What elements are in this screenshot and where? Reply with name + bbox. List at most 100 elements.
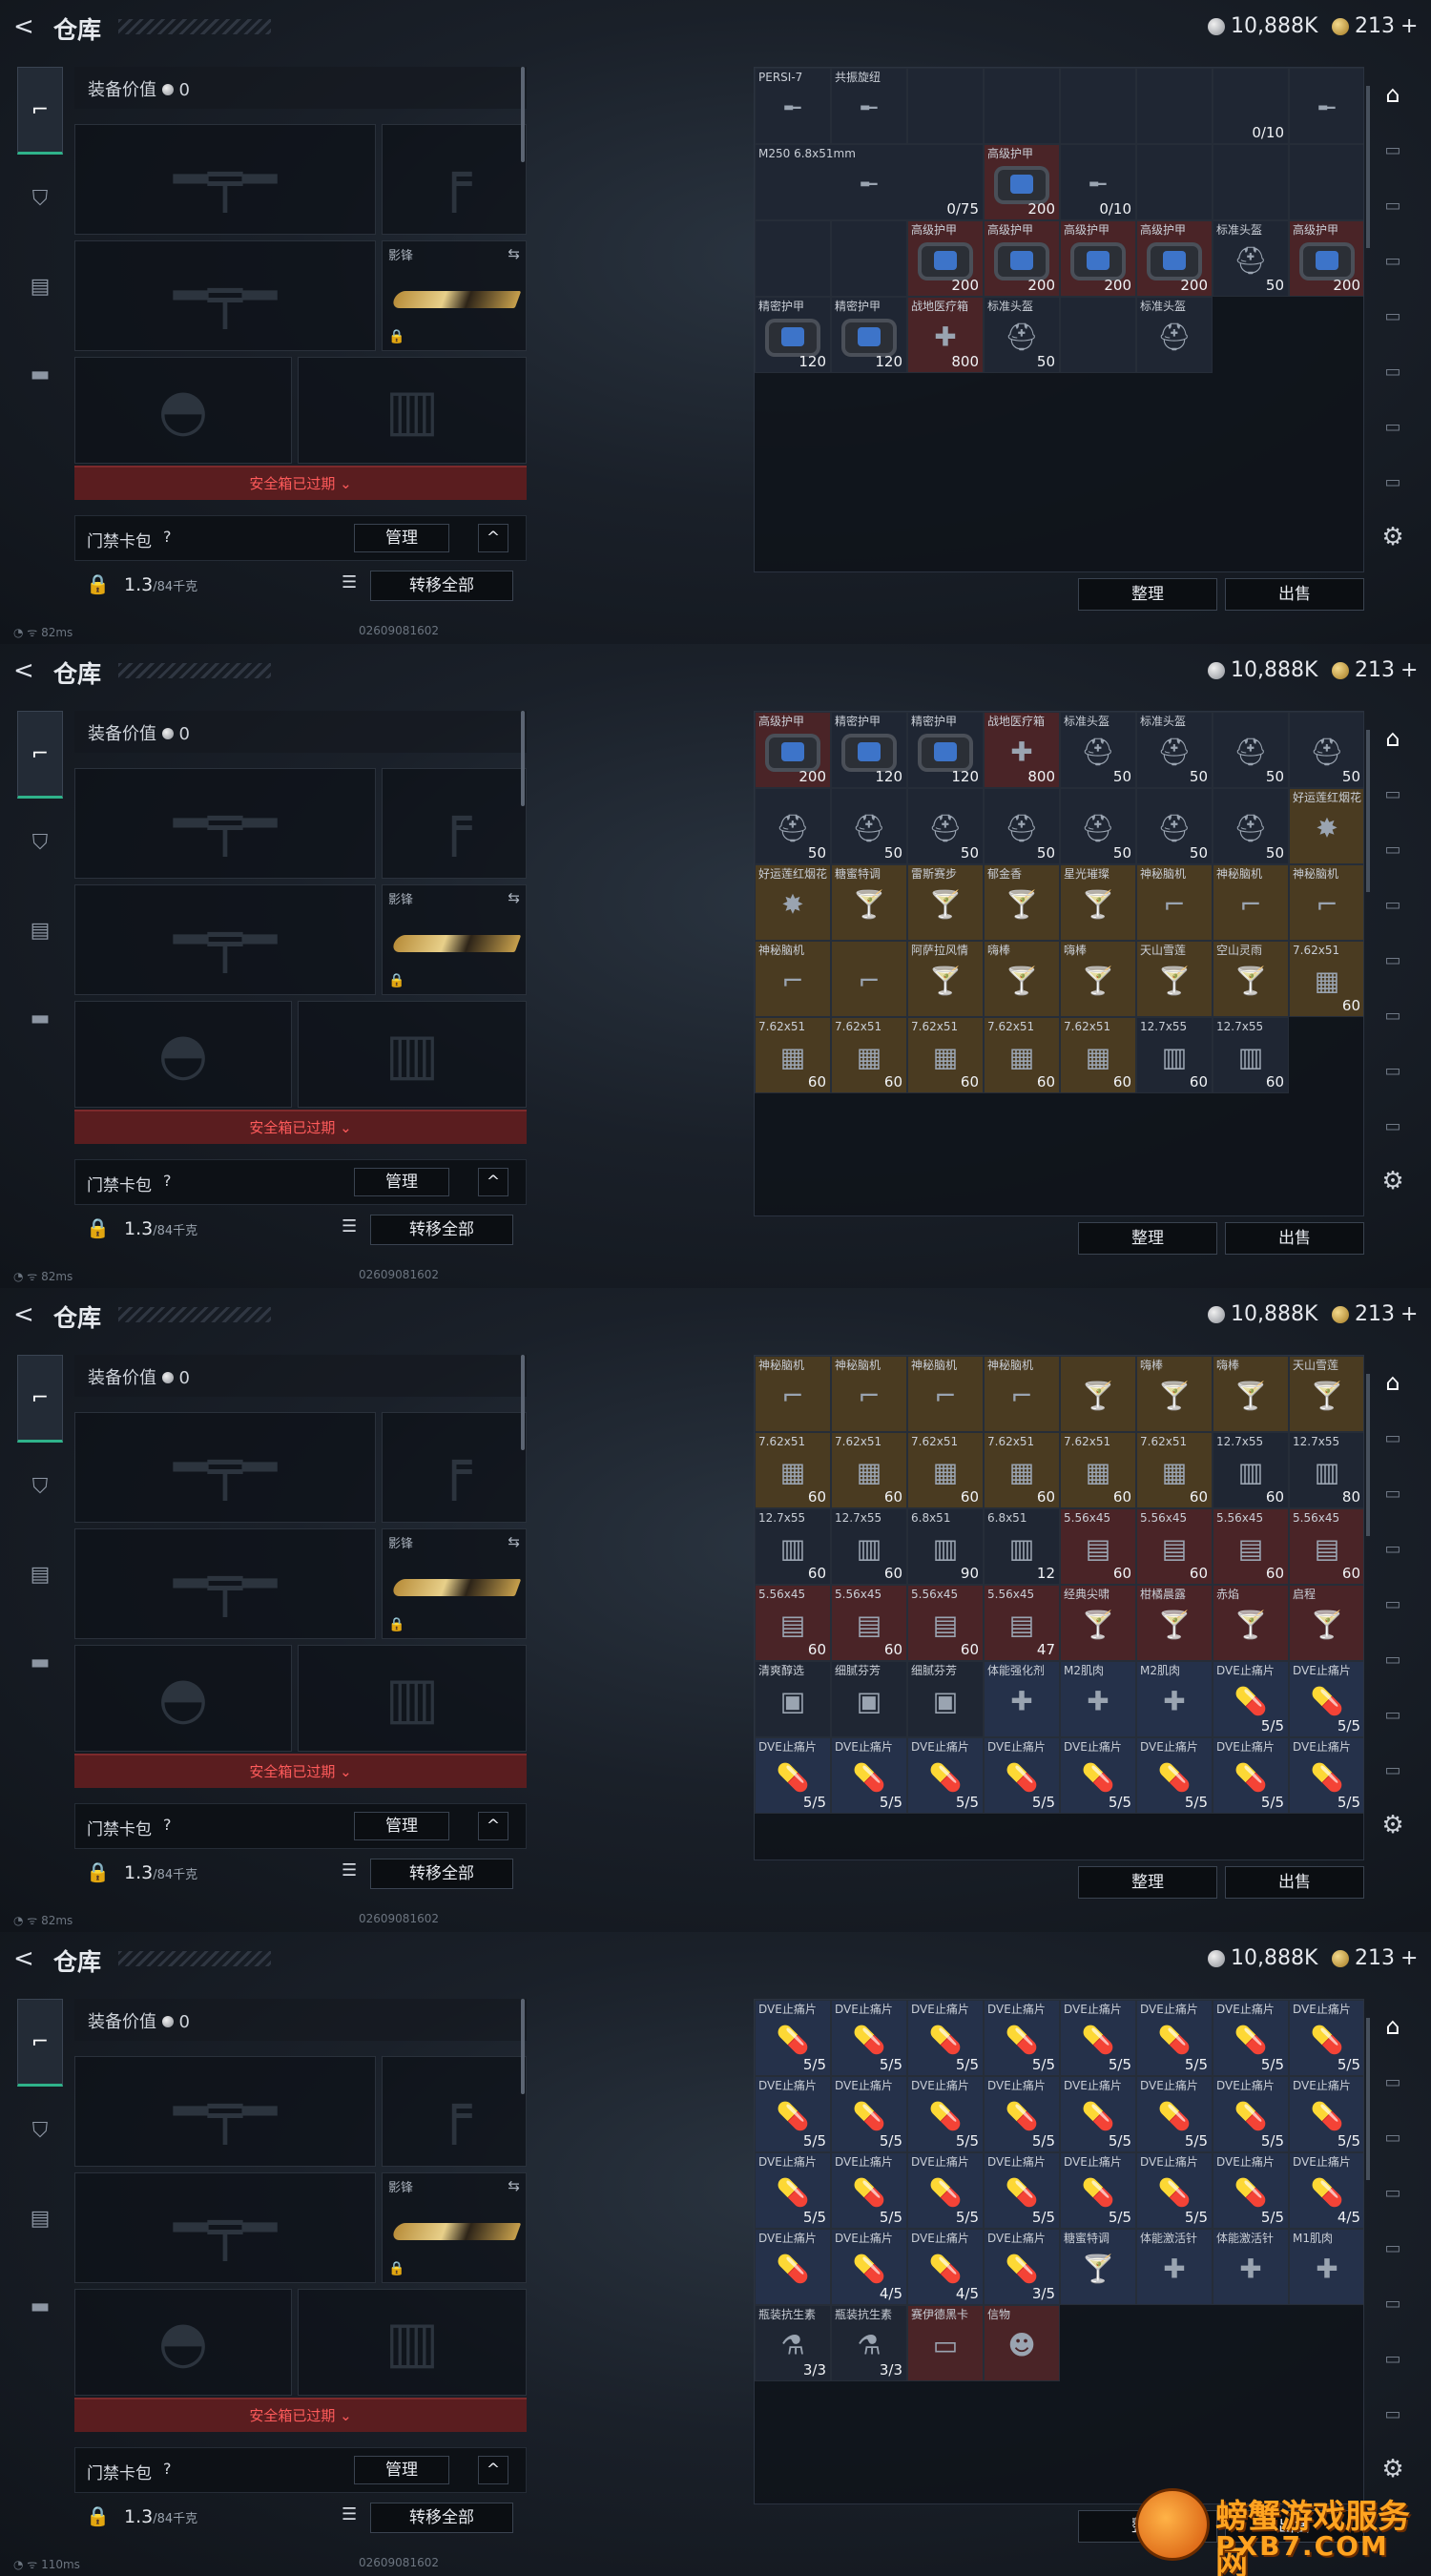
stash-item[interactable]: 🍸 空山灵雨: [1213, 941, 1289, 1017]
stash-item[interactable]: 💊 DVE止痛片 5/5: [907, 2076, 984, 2152]
stash-item[interactable]: 高级护甲 200: [1136, 220, 1213, 297]
stash-item[interactable]: 💊 DVE止痛片 5/5: [1213, 2076, 1289, 2152]
stash-item[interactable]: ⚗ 瓶装抗生素 3/3: [831, 2305, 907, 2381]
pistol-slot[interactable]: ╒: [382, 124, 527, 235]
stash-item[interactable]: 🍸 柑橘晨露: [1136, 1585, 1213, 1661]
stash-item[interactable]: ⛑ 50: [831, 788, 907, 864]
stash-item[interactable]: 💊 DVE止痛片 5/5: [1136, 2152, 1213, 2229]
stash-item[interactable]: ▦ 7.62x51 60: [755, 1017, 831, 1093]
loadout-scrollbar[interactable]: [521, 711, 525, 806]
back-icon[interactable]: <: [13, 13, 38, 40]
add-gold-icon[interactable]: +: [1400, 1302, 1418, 1326]
stash-item[interactable]: ▦ 7.62x51 60: [984, 1017, 1060, 1093]
stash-item[interactable]: ▥ 12.7x55 60: [755, 1508, 831, 1585]
stash-item[interactable]: ✚ M1肌肉: [1289, 2229, 1363, 2305]
stash-item[interactable]: 💊 DVE止痛片 5/5: [755, 2152, 831, 2229]
help-icon[interactable]: ?: [163, 2460, 172, 2478]
help-icon[interactable]: ?: [163, 528, 172, 546]
gold-currency[interactable]: 213 +: [1332, 1946, 1418, 1970]
stash-item[interactable]: ▥ 12.7x55 60: [1136, 1017, 1213, 1093]
stash-scrollbar[interactable]: [1366, 730, 1370, 892]
stash-item[interactable]: 🍸 嗨棒: [984, 941, 1060, 1017]
stash-item[interactable]: 🍸 嗨棒: [1136, 1356, 1213, 1432]
transfer-all-button[interactable]: 转移全部: [370, 571, 513, 601]
transfer-all-button[interactable]: 转移全部: [370, 1215, 513, 1245]
stash-item[interactable]: 🍸 天山雪莲: [1136, 941, 1213, 1017]
gold-currency[interactable]: 213 +: [1332, 14, 1418, 38]
stash-page-icon[interactable]: ▭: [1374, 454, 1412, 509]
stash-item[interactable]: ▣ 细腻芬芳: [831, 1661, 907, 1737]
briefcase-tab-icon[interactable]: ▬: [17, 1618, 63, 1706]
gear-icon[interactable]: ⚙: [1374, 1153, 1412, 1209]
stash-item[interactable]: ▤ 5.56x45 60: [1213, 1508, 1289, 1585]
stash-item[interactable]: ▦ 7.62x51 60: [831, 1432, 907, 1508]
stash-item[interactable]: 🍸 糖蜜特调: [831, 864, 907, 941]
stash-item[interactable]: ▦ 7.62x51 60: [755, 1432, 831, 1508]
secondary-weapon-slot[interactable]: ━╤━: [74, 2172, 376, 2283]
stash-page-icon[interactable]: ▭: [1374, 122, 1412, 177]
home-icon[interactable]: ⌂: [1374, 67, 1412, 122]
stash-item[interactable]: 🍸 郁金香: [984, 864, 1060, 941]
empty-stash-cell[interactable]: [1060, 68, 1136, 144]
stash-item[interactable]: 💊 DVE止痛片 5/5: [755, 2076, 831, 2152]
stash-item[interactable]: 💊 DVE止痛片 5/5: [1213, 1661, 1289, 1737]
stash-item[interactable]: ⌐ 神秘脑机: [984, 1356, 1060, 1432]
stash-item[interactable]: 🍸 星光璀璨: [1060, 864, 1136, 941]
stash-item[interactable]: 💊 DVE止痛片 5/5: [1136, 2076, 1213, 2152]
stash-page-icon[interactable]: ▭: [1374, 2054, 1412, 2109]
briefcase-tab-icon[interactable]: ▬: [17, 974, 63, 1062]
stash-item[interactable]: ⛑ 50: [1213, 788, 1289, 864]
stash-page-icon[interactable]: ▭: [1374, 877, 1412, 932]
stash-item[interactable]: ✸ 好运莲红烟花: [1289, 788, 1363, 864]
stash-item[interactable]: ▥ 12.7x55 60: [1213, 1017, 1289, 1093]
stash-item[interactable]: ╾: [1289, 68, 1363, 144]
stash-item[interactable]: ⌐ 神秘脑机: [755, 1356, 831, 1432]
gold-currency[interactable]: 213 +: [1332, 1302, 1418, 1326]
primary-weapon-slot[interactable]: ━╤━: [74, 2056, 376, 2167]
helmet-slot[interactable]: ◓: [74, 1001, 292, 1108]
stash-scrollbar[interactable]: [1366, 2018, 1370, 2180]
stash-page-icon[interactable]: ▭: [1374, 1631, 1412, 1687]
stash-item[interactable]: 💊 DVE止痛片 5/5: [907, 1737, 984, 1814]
stash-item[interactable]: 🍸 糖蜜特调: [1060, 2229, 1136, 2305]
helmet-tab-icon[interactable]: ⛉: [17, 155, 63, 242]
stash-item[interactable]: ⌐: [831, 941, 907, 1017]
stash-item[interactable]: ⛑ 50: [755, 788, 831, 864]
melee-slot[interactable]: 影锋 ⇆ 🔒: [382, 884, 527, 995]
empty-stash-cell[interactable]: 0/10: [1213, 68, 1289, 144]
stash-item[interactable]: ⛑ 标准头盔 50: [1213, 220, 1289, 297]
pistol-slot[interactable]: ╒: [382, 2056, 527, 2167]
stash-page-icon[interactable]: ▭: [1374, 1465, 1412, 1521]
stash-page-icon[interactable]: ▭: [1374, 1410, 1412, 1465]
stash-item[interactable]: 🍸 经典尖啸: [1060, 1585, 1136, 1661]
empty-stash-cell[interactable]: [755, 220, 831, 297]
stash-item[interactable]: ▥ 6.8x51 90: [907, 1508, 984, 1585]
empty-stash-cell[interactable]: [1136, 68, 1213, 144]
helmet-slot[interactable]: ◓: [74, 357, 292, 464]
stash-item[interactable]: ⛑ 标准头盔 50: [1136, 712, 1213, 788]
stash-item[interactable]: 🍸 天山雪莲: [1289, 1356, 1363, 1432]
stash-item[interactable]: 💊 DVE止痛片 5/5: [907, 2000, 984, 2076]
loadout-scrollbar[interactable]: [521, 1355, 525, 1450]
swap-icon[interactable]: ⇆: [508, 1533, 520, 1550]
helmet-tab-icon[interactable]: ⛉: [17, 799, 63, 886]
stash-item[interactable]: 💊 DVE止痛片 5/5: [1289, 2076, 1363, 2152]
stash-item[interactable]: 💊 DVE止痛片 5/5: [1213, 2000, 1289, 2076]
stash-item[interactable]: 💊 DVE止痛片 5/5: [1289, 1737, 1363, 1814]
stash-page-icon[interactable]: ▭: [1374, 2386, 1412, 2441]
gear-icon[interactable]: ⚙: [1374, 509, 1412, 565]
stash-item[interactable]: ⛑ 50: [1213, 712, 1289, 788]
weapon-tab-icon[interactable]: ⌐: [17, 711, 63, 799]
stash-item[interactable]: 💊 DVE止痛片 5/5: [1213, 2152, 1289, 2229]
weapon-tab-icon[interactable]: ⌐: [17, 1999, 63, 2087]
stash-item[interactable]: 💊 DVE止痛片 5/5: [907, 2152, 984, 2229]
weapon-tab-icon[interactable]: ⌐: [17, 67, 63, 155]
stash-item[interactable]: ✚ 体能激活针: [1136, 2229, 1213, 2305]
empty-stash-cell[interactable]: [1136, 144, 1213, 220]
stash-item[interactable]: ⛑ 50: [984, 788, 1060, 864]
secondary-weapon-slot[interactable]: ━╤━: [74, 240, 376, 351]
home-icon[interactable]: ⌂: [1374, 1999, 1412, 2054]
sell-button[interactable]: 出售: [1225, 578, 1364, 611]
helmet-slot[interactable]: ◓: [74, 2289, 292, 2396]
stash-item[interactable]: ⛑ 50: [907, 788, 984, 864]
